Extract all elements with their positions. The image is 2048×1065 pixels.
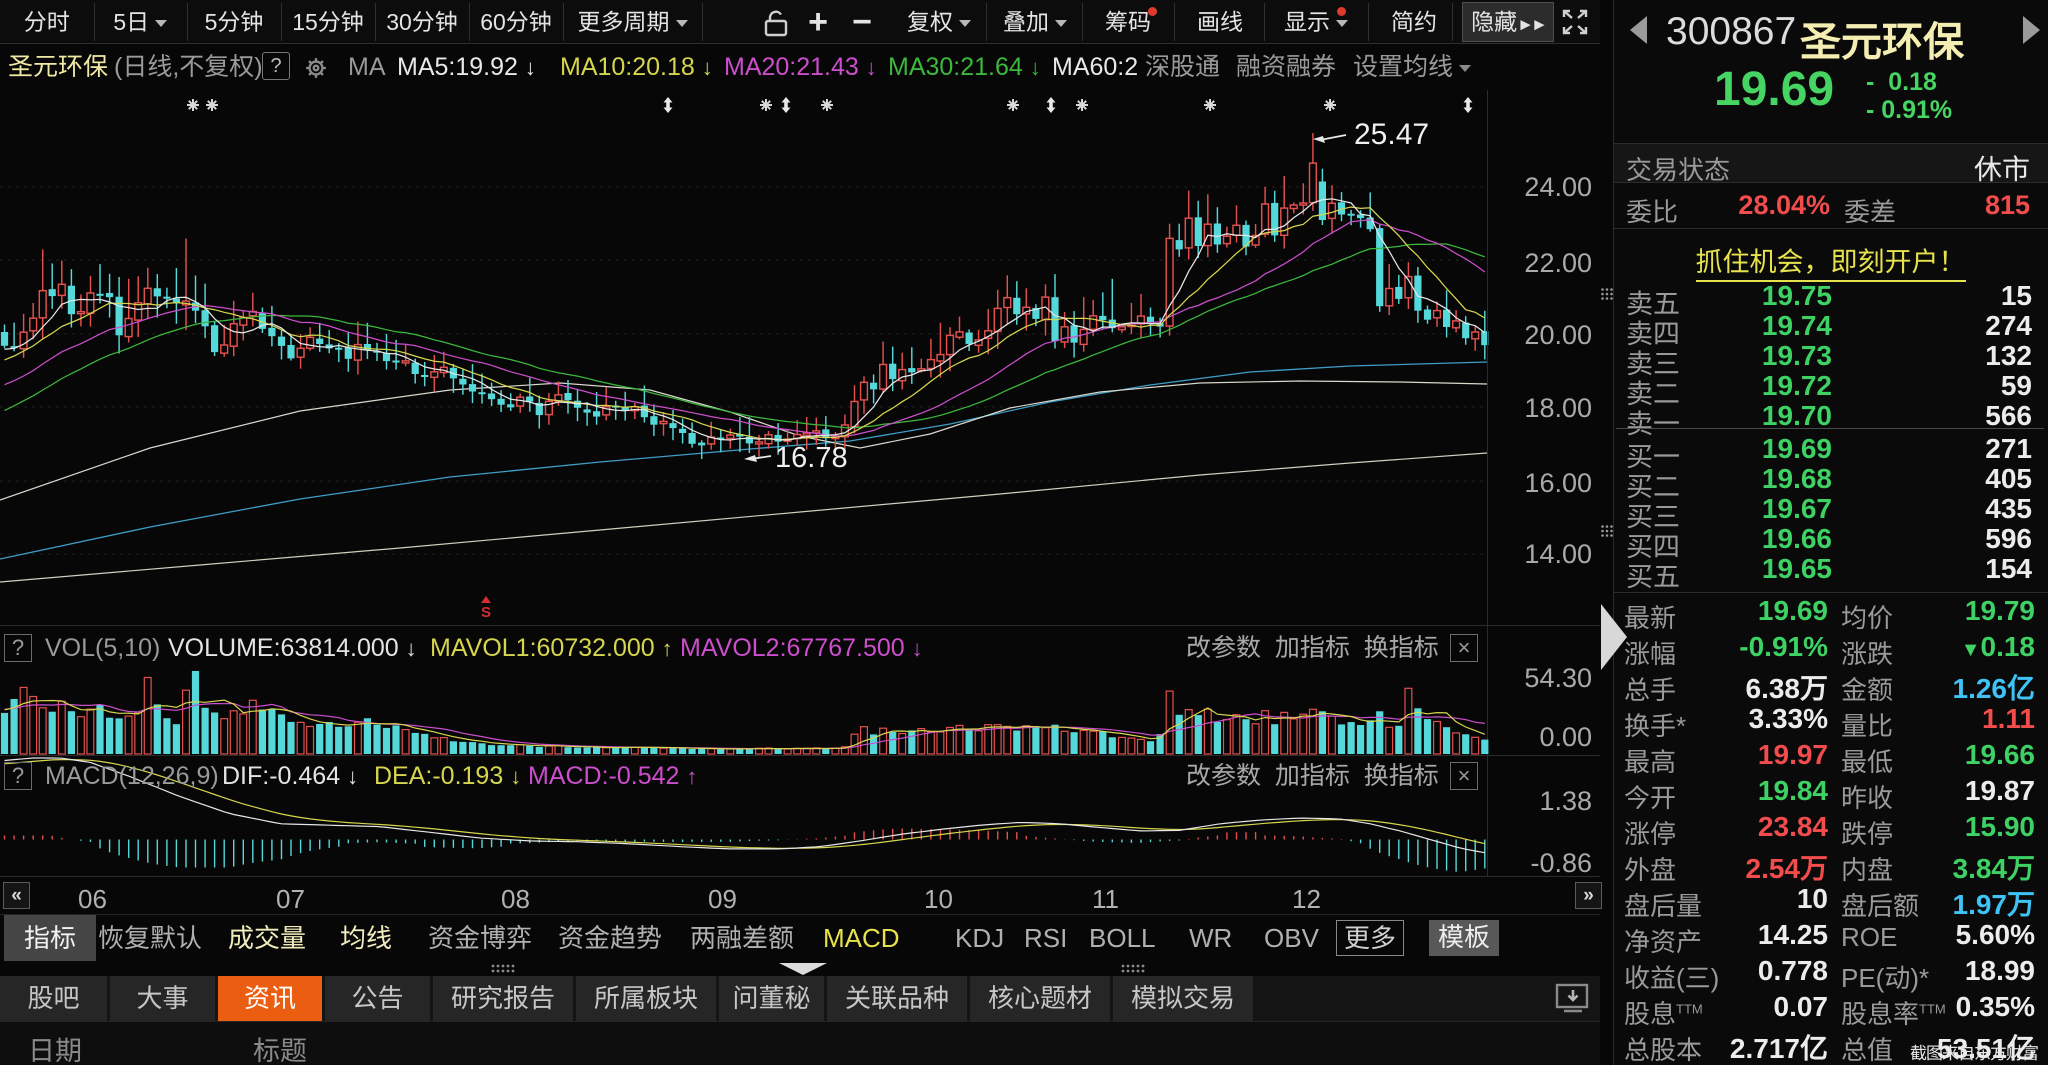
svg-text:S: S [481, 604, 491, 621]
